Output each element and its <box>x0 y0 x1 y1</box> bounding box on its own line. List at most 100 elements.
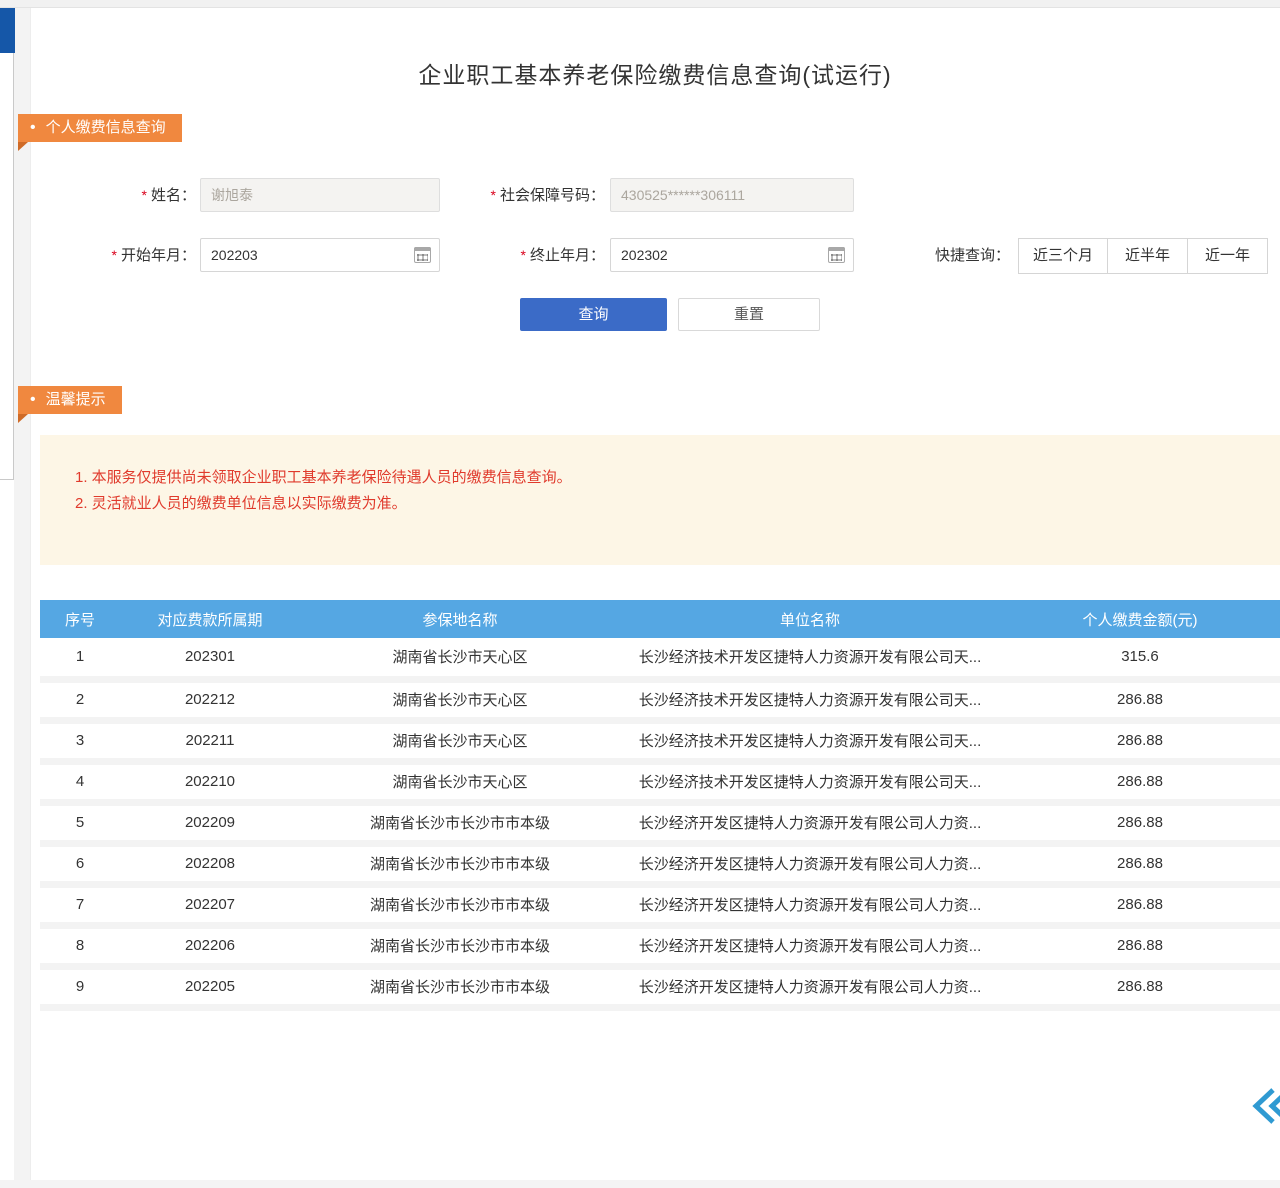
cell-employer: 长沙经济技术开发区捷特人力资源开发有限公司天... <box>620 720 1000 761</box>
cell-amount: 286.88 <box>1000 843 1280 884</box>
start-month-label: *开始年月： <box>80 238 196 272</box>
required-asterisk: * <box>521 247 526 263</box>
page-title: 企业职工基本养老保险缴费信息查询(试运行) <box>30 56 1280 90</box>
badge-fold-decoration <box>18 414 28 423</box>
header-seq: 序号 <box>40 600 120 638</box>
table-row: 3202211湖南省长沙市天心区长沙经济技术开发区捷特人力资源开发有限公司天..… <box>40 720 1280 761</box>
end-month-label: *终止年月： <box>489 238 605 272</box>
quick-option-3-months[interactable]: 近三个月 <box>1018 238 1108 274</box>
quick-option-one-year[interactable]: 近一年 <box>1187 238 1268 274</box>
cell-employer: 长沙经济开发区捷特人力资源开发有限公司人力资... <box>620 884 1000 925</box>
calendar-icon[interactable] <box>414 247 431 263</box>
cell-period: 202207 <box>120 884 300 925</box>
table-row: 2202212湖南省长沙市天心区长沙经济技术开发区捷特人力资源开发有限公司天..… <box>40 679 1280 720</box>
required-asterisk: * <box>142 187 147 203</box>
ssn-label: *社会保障号码： <box>450 178 605 212</box>
cell-seq: 7 <box>40 884 120 925</box>
cell-seq: 4 <box>40 761 120 802</box>
table-row: 5202209湖南省长沙市长沙市市本级长沙经济开发区捷特人力资源开发有限公司人力… <box>40 802 1280 843</box>
start-month-input[interactable] <box>200 238 440 272</box>
cell-period: 202205 <box>120 966 300 1007</box>
cell-seq: 9 <box>40 966 120 1007</box>
cell-insured-area: 湖南省长沙市长沙市市本级 <box>300 925 620 966</box>
name-label: *姓名： <box>100 178 196 212</box>
quick-query-label: 快捷查询： <box>928 238 1010 274</box>
cell-period: 202210 <box>120 761 300 802</box>
cell-amount: 286.88 <box>1000 761 1280 802</box>
cell-seq: 2 <box>40 679 120 720</box>
cell-insured-area: 湖南省长沙市长沙市市本级 <box>300 802 620 843</box>
cell-employer: 长沙经济技术开发区捷特人力资源开发有限公司天... <box>620 761 1000 802</box>
reset-button[interactable]: 重置 <box>678 298 820 331</box>
cell-insured-area: 湖南省长沙市天心区 <box>300 720 620 761</box>
notice-line-1: 1. 本服务仅提供尚未领取企业职工基本养老保险待遇人员的缴费信息查询。 <box>75 465 1280 491</box>
cell-amount: 286.88 <box>1000 720 1280 761</box>
cell-insured-area: 湖南省长沙市天心区 <box>300 679 620 720</box>
cell-employer: 长沙经济开发区捷特人力资源开发有限公司人力资... <box>620 925 1000 966</box>
table-body: 1202301湖南省长沙市天心区长沙经济技术开发区捷特人力资源开发有限公司天..… <box>40 638 1280 1007</box>
cell-period: 202208 <box>120 843 300 884</box>
cell-period: 202209 <box>120 802 300 843</box>
notice-box: 1. 本服务仅提供尚未领取企业职工基本养老保险待遇人员的缴费信息查询。 2. 灵… <box>40 435 1280 565</box>
bullet-icon: • <box>30 114 36 142</box>
table-row: 9202205湖南省长沙市长沙市市本级长沙经济开发区捷特人力资源开发有限公司人力… <box>40 966 1280 1007</box>
cell-seq: 5 <box>40 802 120 843</box>
cell-insured-area: 湖南省长沙市天心区 <box>300 638 620 679</box>
cell-employer: 长沙经济开发区捷特人力资源开发有限公司人力资... <box>620 802 1000 843</box>
cell-amount: 286.88 <box>1000 966 1280 1007</box>
cell-seq: 3 <box>40 720 120 761</box>
name-field <box>200 178 440 212</box>
section-label: 温馨提示 <box>46 386 106 414</box>
header-amount: 个人缴费金额(元) <box>1000 600 1280 638</box>
cell-seq: 8 <box>40 925 120 966</box>
cell-insured-area: 湖南省长沙市长沙市市本级 <box>300 966 620 1007</box>
header-insured-area: 参保地名称 <box>300 600 620 638</box>
header-period: 对应费款所属期 <box>120 600 300 638</box>
cell-amount: 286.88 <box>1000 802 1280 843</box>
table-row: 1202301湖南省长沙市天心区长沙经济技术开发区捷特人力资源开发有限公司天..… <box>40 638 1280 679</box>
section-label: 个人缴费信息查询 <box>46 114 166 142</box>
cell-period: 202301 <box>120 638 300 679</box>
table-row: 6202208湖南省长沙市长沙市市本级长沙经济开发区捷特人力资源开发有限公司人力… <box>40 843 1280 884</box>
end-month-input[interactable] <box>610 238 854 272</box>
cell-seq: 6 <box>40 843 120 884</box>
cell-insured-area: 湖南省长沙市天心区 <box>300 761 620 802</box>
cell-employer: 长沙经济开发区捷特人力资源开发有限公司人力资... <box>620 966 1000 1007</box>
header-employer: 单位名称 <box>620 600 1000 638</box>
bullet-icon: • <box>30 386 36 414</box>
side-gutter <box>14 8 30 1180</box>
cell-period: 202211 <box>120 720 300 761</box>
query-button[interactable]: 查询 <box>520 298 667 331</box>
section-header-tips: • 温馨提示 <box>18 386 122 414</box>
cell-insured-area: 湖南省长沙市长沙市市本级 <box>300 843 620 884</box>
cell-amount: 286.88 <box>1000 679 1280 720</box>
cell-employer: 长沙经济技术开发区捷特人力资源开发有限公司天... <box>620 638 1000 679</box>
notice-line-2: 2. 灵活就业人员的缴费单位信息以实际缴费为准。 <box>75 491 1280 517</box>
table-header-row: 序号 对应费款所属期 参保地名称 单位名称 个人缴费金额(元) <box>40 600 1280 638</box>
cell-seq: 1 <box>40 638 120 679</box>
badge-fold-decoration <box>18 142 28 151</box>
collapse-panel-chevron-icon[interactable] <box>1248 1086 1280 1126</box>
table-row: 8202206湖南省长沙市长沙市市本级长沙经济开发区捷特人力资源开发有限公司人力… <box>40 925 1280 966</box>
payment-results-table: 序号 对应费款所属期 参保地名称 单位名称 个人缴费金额(元) 1202301湖… <box>40 600 1280 1011</box>
ssn-field <box>610 178 854 212</box>
table-row: 7202207湖南省长沙市长沙市市本级长沙经济开发区捷特人力资源开发有限公司人力… <box>40 884 1280 925</box>
cell-insured-area: 湖南省长沙市长沙市市本级 <box>300 884 620 925</box>
start-month-picker[interactable] <box>200 238 440 272</box>
sidebar-tab[interactable] <box>0 8 15 53</box>
required-asterisk: * <box>112 247 117 263</box>
cell-employer: 长沙经济技术开发区捷特人力资源开发有限公司天... <box>620 679 1000 720</box>
cell-amount: 286.88 <box>1000 925 1280 966</box>
end-month-picker[interactable] <box>610 238 854 272</box>
cell-amount: 315.6 <box>1000 638 1280 679</box>
calendar-icon[interactable] <box>828 247 845 263</box>
quick-option-half-year[interactable]: 近半年 <box>1107 238 1188 274</box>
table-row: 4202210湖南省长沙市天心区长沙经济技术开发区捷特人力资源开发有限公司天..… <box>40 761 1280 802</box>
top-edge-bar <box>0 0 1280 8</box>
cell-period: 202206 <box>120 925 300 966</box>
left-sidebar-rail <box>0 8 14 480</box>
section-header-personal-query: • 个人缴费信息查询 <box>18 114 182 142</box>
cell-period: 202212 <box>120 679 300 720</box>
cell-amount: 286.88 <box>1000 884 1280 925</box>
required-asterisk: * <box>491 187 496 203</box>
